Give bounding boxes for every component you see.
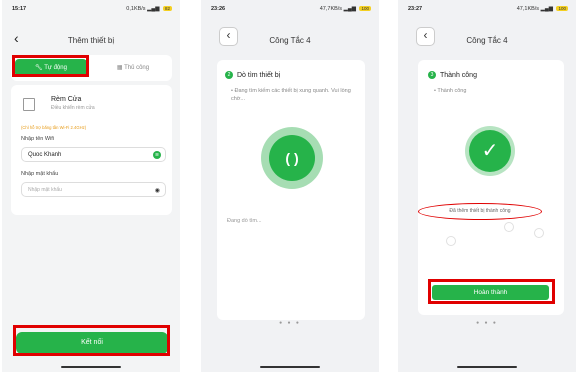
step-card [418, 60, 564, 315]
added-text: Đã thêm thiết bị thành công [449, 208, 511, 214]
screen-add-device: 15:17 0,1KB/s ▂▄▆ 82 ‹ Thêm thiết bị 🔧︎ … [2, 0, 180, 372]
wifi-label: Nhập tên Wifi [21, 136, 55, 142]
page-title: Thêm thiết bị [67, 36, 115, 45]
status-bar: 15:17 0,1KB/s ▂▄▆ 82 [2, 6, 180, 16]
step-number: 2 [225, 71, 233, 79]
wifi-icon[interactable]: ≋ [153, 151, 161, 159]
wifi-hint: (Chỉ hỗ trợ băng tần Wi-Fi 2.4GHz) [21, 125, 87, 130]
step-header: 2 Dò tìm thiết bị [225, 71, 280, 79]
status-right: 0,1KB/s ▂▄▆ 82 [126, 6, 172, 12]
highlight-box-tab [12, 55, 89, 77]
home-indicator [61, 366, 121, 368]
device-card: Rèm Cửa Điều khiển rèm cửa (Chỉ hỗ trợ b… [11, 85, 172, 215]
tab-manual[interactable]: ▦ Thủ công [97, 59, 169, 77]
step-number: 3 [428, 71, 436, 79]
device-name: Rèm Cửa [51, 96, 82, 103]
device-desc: Điều khiển rèm cửa [51, 105, 95, 111]
screen-scanning: 23:26 47,7KB/s ▂▄▆ 100 ‹ Công Tắc 4 2 Dò … [201, 0, 379, 372]
curtain-icon [23, 98, 35, 111]
status-bar: 23:26 47,7KB/s ▂▄▆ 100 [201, 6, 379, 16]
wifi-value: Quoc Khanh [28, 152, 62, 158]
pager-dots: ● ● ● [279, 320, 301, 326]
status-right: 47,7KB/s ▂▄▆ 100 [319, 6, 371, 12]
pager-dots: ● ● ● [476, 320, 498, 326]
step-desc: • Thành công [434, 88, 467, 94]
eye-icon[interactable]: ◉ [155, 187, 160, 194]
battery-icon: 82 [162, 6, 172, 12]
decor-circle [534, 228, 544, 238]
page-title: Công Tắc 4 [466, 36, 508, 45]
status-bar: 23:27 47,1KB/s ▂▄▆ 100 [398, 6, 576, 16]
battery-icon: 100 [556, 6, 568, 12]
decor-circle [446, 236, 456, 246]
check-icon: ✓ [469, 130, 511, 172]
status-time: 23:27 [408, 6, 423, 12]
grid-icon: ▦ [116, 65, 123, 71]
searching-text: Đang dò tìm... [227, 218, 262, 224]
home-indicator [260, 366, 320, 368]
step-title: Thành công [440, 71, 477, 79]
step-desc: • Đang tìm kiếm các thiết bị xung quanh.… [231, 88, 351, 102]
status-time: 15:17 [12, 6, 27, 12]
password-placeholder: Nhập mật khẩu [28, 187, 62, 193]
password-field[interactable]: Nhập mật khẩu ◉ [21, 182, 166, 197]
step-title: Dò tìm thiết bị [237, 71, 281, 79]
password-label: Nhập mật khẩu [21, 171, 59, 177]
page-title: Công Tắc 4 [269, 36, 311, 45]
home-indicator [457, 366, 517, 368]
wifi-field[interactable]: Quoc Khanh ≋ [21, 147, 166, 162]
battery-icon: 100 [359, 6, 371, 12]
decor-circle [504, 222, 514, 232]
highlight-box-connect [13, 325, 170, 356]
scan-icon: ( ) [269, 135, 315, 181]
status-right: 47,1KB/s ▂▄▆ 100 [516, 6, 568, 12]
highlight-box-done [428, 279, 555, 304]
screen-success: 23:27 47,1KB/s ▂▄▆ 100 ‹ Công Tắc 4 3 Thà… [398, 0, 576, 372]
step-header: 3 Thành công [428, 71, 477, 79]
status-time: 23:26 [211, 6, 226, 12]
